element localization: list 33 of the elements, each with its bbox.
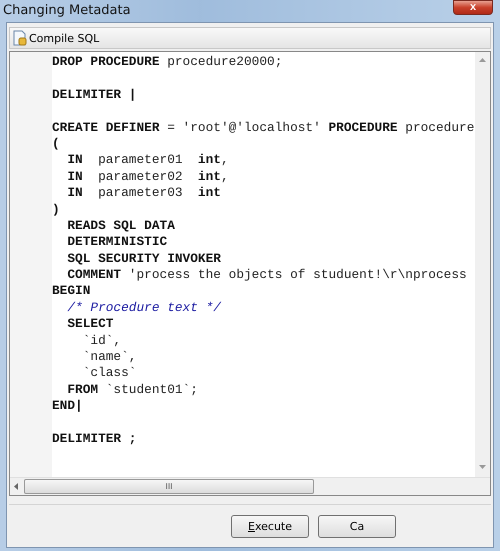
code-line: DELIMITER ; [52, 430, 138, 448]
code-line: DELIMITER | [52, 86, 138, 104]
vertical-scrollbar[interactable] [475, 52, 490, 477]
code-line: FROM `student01`; [66, 382, 199, 398]
window-title: Changing Metadata [3, 2, 131, 18]
code-line: IN parameter03 int [66, 185, 222, 202]
cancel-button[interactable]: Ca [318, 514, 396, 538]
code-editor[interactable] [9, 51, 491, 496]
code-comment: /* Procedure text */ [66, 300, 222, 316]
code-line: SELECT [66, 316, 114, 333]
code-line: `class` [82, 365, 138, 382]
execute-button[interactable]: Execute [231, 514, 309, 538]
code-line: IN parameter02 int, [66, 168, 230, 186]
scroll-up-icon[interactable] [479, 58, 486, 62]
code-line: DROP PROCEDURE procedure20000; [52, 54, 284, 70]
code-line: `id`, [82, 332, 122, 350]
scroll-left-icon[interactable] [14, 483, 18, 490]
scrollbar-thumb[interactable]: III [24, 479, 314, 494]
close-button[interactable]: x [453, 0, 493, 15]
code-line: READS SQL DATA [66, 218, 176, 234]
code-line: `name`, [82, 349, 138, 366]
code-line: END| [52, 398, 84, 415]
code-line: IN parameter01 int, [66, 152, 230, 169]
code-line: SQL SECURITY INVOKER [66, 250, 222, 268]
code-line: DETERMINISTIC [66, 234, 168, 251]
code-line: COMMENT 'process the objects of studuent!\r\nprocess [66, 267, 468, 284]
code-line: CREATE DEFINER = 'root'@'localhost' PROCEDURE procedure [52, 120, 475, 136]
code-line: ) [52, 202, 61, 218]
scroll-down-icon[interactable] [479, 465, 486, 469]
document-icon [13, 30, 27, 46]
code-line: ( [52, 136, 61, 152]
compile-button[interactable]: Compile SQL [13, 30, 100, 46]
code-line: BEGIN [52, 283, 92, 300]
